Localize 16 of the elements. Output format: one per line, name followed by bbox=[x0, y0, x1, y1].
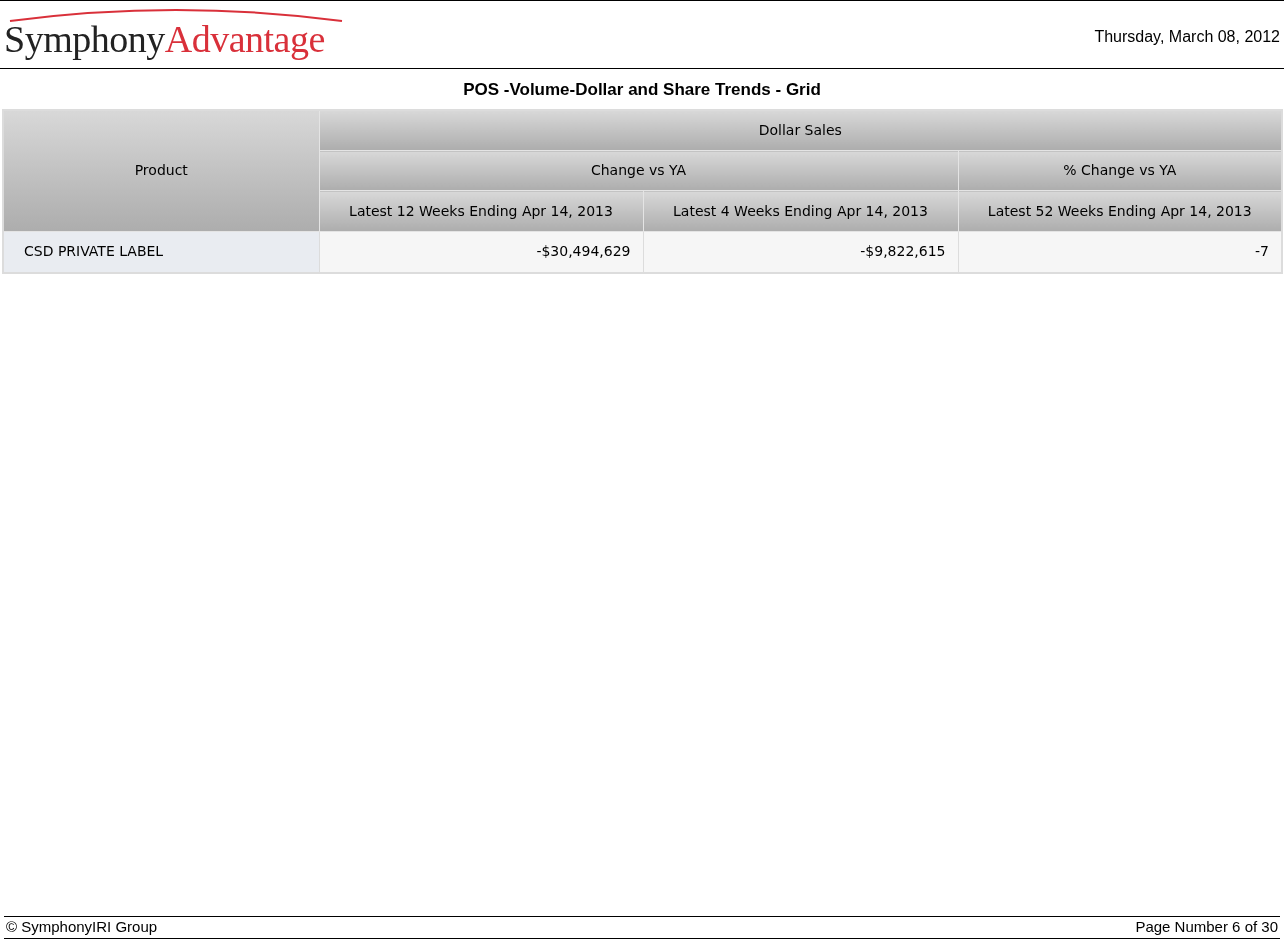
column-header: Product bbox=[3, 109, 319, 232]
column-header: Latest 4 Weeks Ending Apr 14, 2013 bbox=[643, 190, 958, 232]
page-number: Page Number 6 of 30 bbox=[1135, 917, 1279, 938]
table-cell: -$9,822,615 bbox=[643, 231, 958, 273]
table-cell: -$30,494,629 bbox=[319, 231, 643, 273]
report-title: POS -Volume-Dollar and Share Trends - Grid bbox=[463, 79, 821, 101]
column-group-header: Change vs YA bbox=[319, 150, 958, 191]
column-group-header: Dollar Sales bbox=[319, 109, 1283, 151]
table-cell: -7 bbox=[958, 231, 1283, 273]
report-date: Thursday, March 08, 2012 bbox=[1094, 27, 1280, 47]
column-group-header: % Change vs YA bbox=[958, 150, 1283, 191]
copyright-text: © SymphonyIRI Group bbox=[5, 917, 158, 938]
column-header: Latest 52 Weeks Ending Apr 14, 2013 bbox=[958, 190, 1283, 232]
column-header: Latest 12 Weeks Ending Apr 14, 2013 bbox=[319, 190, 643, 232]
logo-wordmark: SymphonyAdvantage bbox=[4, 19, 326, 59]
product-cell: CSD PRIVATE LABEL bbox=[3, 231, 319, 273]
